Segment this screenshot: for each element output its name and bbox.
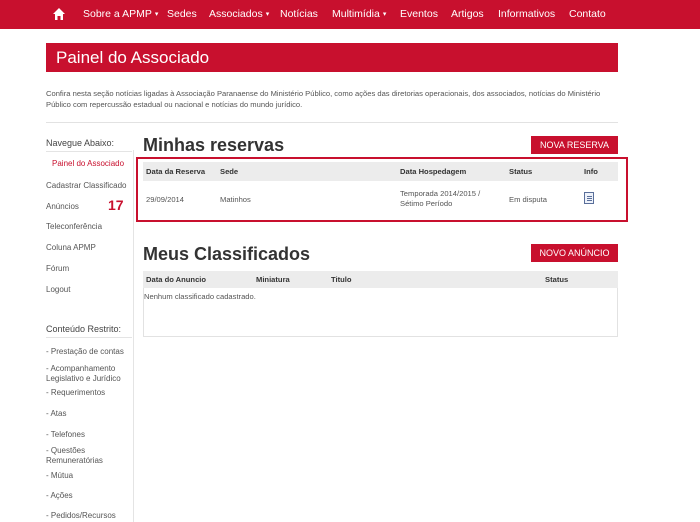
sidebar-link-cadastrar-classificado[interactable]: Cadastrar Classificado [46, 181, 126, 190]
sidebar-link-logout[interactable]: Logout [46, 285, 70, 294]
chevron-down-icon: ▾ [382, 11, 387, 18]
column-header: Miniatura [253, 271, 328, 288]
sidebar-heading: Navegue Abaixo: [46, 138, 115, 148]
column-header: Status [542, 271, 618, 288]
sidebar-link-coluna-apmp[interactable]: Coluna APMP [46, 243, 96, 252]
restricted-link-mutua[interactable]: - Mútua [46, 471, 73, 480]
restricted-link-acompanhamento[interactable]: - Acompanhamento Legislativo e Jurídico [46, 364, 132, 384]
table-header-row: Data do Anuncio Miniatura Titulo Status [143, 271, 618, 288]
classificados-title: Meus Classificados [143, 244, 311, 264]
column-header: Titulo [328, 271, 542, 288]
sidebar-link-forum[interactable]: Fórum [46, 264, 69, 273]
restricted-link-questoes[interactable]: - Questões Remuneratórias [46, 446, 132, 466]
divider [46, 337, 132, 338]
restricted-link-pedidos[interactable]: - Pedidos/Recursos [46, 511, 116, 520]
nova-reserva-button[interactable]: NOVA RESERVA [531, 136, 618, 154]
nav-item-multimidia[interactable]: Multimídia ▾ [332, 8, 386, 20]
annotation-number: 17 [108, 197, 124, 213]
restricted-link-prestacao[interactable]: - Prestação de contas [46, 347, 124, 356]
sidebar-divider [133, 150, 134, 522]
top-navigation-bar: Sobre a APMP ▾ Sedes Associados ▾ Notícias… [0, 0, 700, 29]
restricted-link-acoes[interactable]: - Ações [46, 491, 73, 500]
divider [46, 122, 618, 123]
sidebar-link-anuncios[interactable]: Anúncios [46, 202, 79, 211]
restricted-link-telefones[interactable]: - Telefones [46, 430, 85, 439]
page-title: Painel do Associado [56, 48, 210, 67]
divider [46, 151, 132, 152]
restricted-link-atas[interactable]: - Atas [46, 409, 66, 418]
classificados-table: Data do Anuncio Miniatura Titulo Status [143, 271, 618, 288]
sidebar-link-painel[interactable]: Painel do Associado [52, 159, 124, 168]
reservas-title: Minhas reservas [143, 135, 285, 155]
home-icon[interactable] [52, 7, 66, 21]
page-intro-text: Confira nesta seção notícias ligadas à A… [46, 89, 601, 109]
restricted-heading: Conteúdo Restrito: [46, 324, 122, 334]
sidebar-link-teleconferencia[interactable]: Teleconferência [46, 222, 102, 231]
nav-item-informativos[interactable]: Informativos [498, 8, 555, 20]
nav-item-associados[interactable]: Associados ▾ [209, 8, 269, 20]
nav-item-noticias[interactable]: Notícias [280, 8, 318, 20]
column-header: Data do Anuncio [143, 271, 253, 288]
nav-item-artigos[interactable]: Artigos [451, 8, 484, 20]
restricted-link-requerimentos[interactable]: - Requerimentos [46, 388, 105, 397]
nav-item-contato[interactable]: Contato [569, 8, 606, 20]
novo-anuncio-button[interactable]: NOVO ANÚNCIO [531, 244, 618, 262]
highlight-box [136, 157, 628, 222]
chevron-down-icon: ▾ [154, 11, 159, 18]
page-title-banner: Painel do Associado [46, 43, 618, 72]
chevron-down-icon: ▾ [265, 11, 270, 18]
empty-message: Nenhum classificado cadastrado. [144, 292, 256, 301]
nav-item-eventos[interactable]: Eventos [400, 8, 438, 20]
nav-item-sobre[interactable]: Sobre a APMP ▾ [83, 8, 158, 20]
nav-item-sedes[interactable]: Sedes [167, 8, 197, 20]
